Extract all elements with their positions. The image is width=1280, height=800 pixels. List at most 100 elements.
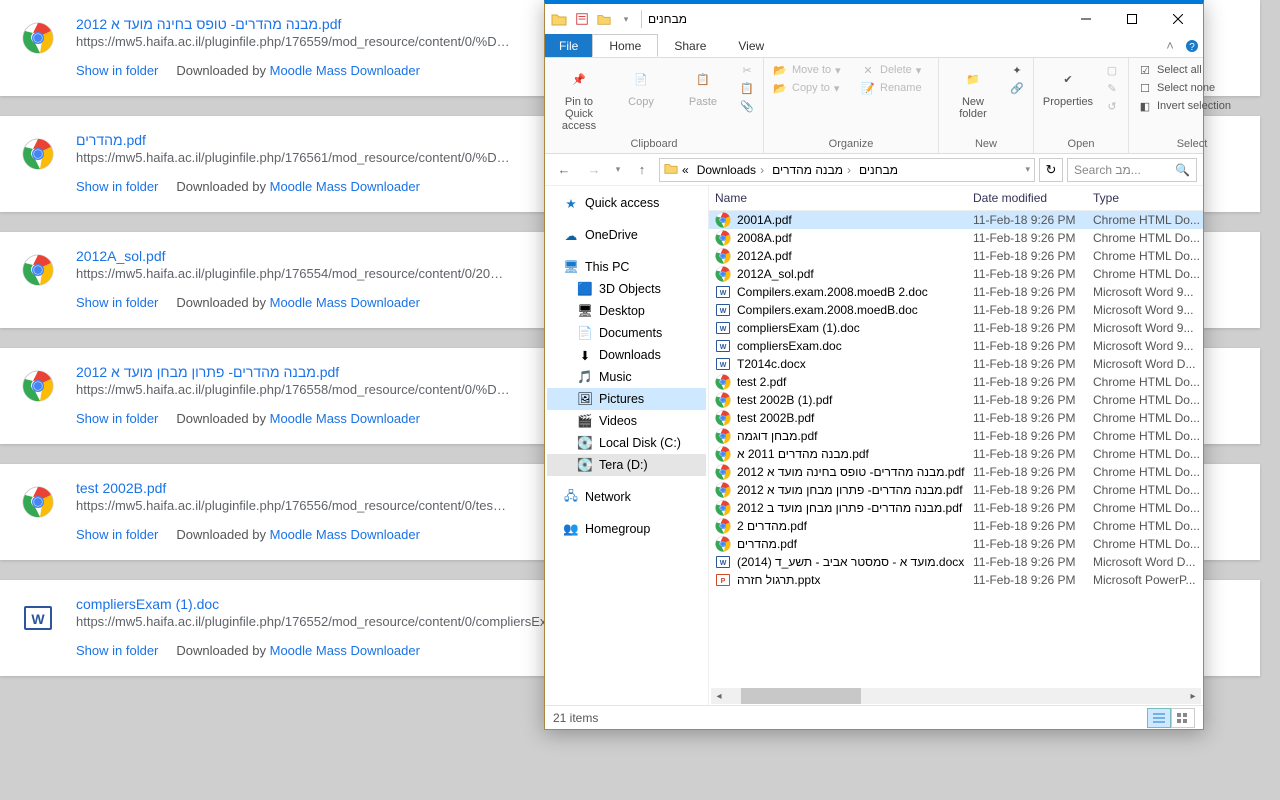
invertselection-button[interactable]: ◧Invert selection <box>1137 98 1247 114</box>
file-row[interactable]: מבנה מהדרים 2011 א.pdf11-Feb-18 9:26 PMC… <box>709 445 1203 463</box>
navigation-pane[interactable]: ★Quick access ☁OneDrive 🖥This PC 🟦3D Obj… <box>545 186 709 705</box>
view-icons-button[interactable] <box>1171 708 1195 728</box>
history-button[interactable]: ↺ <box>1104 98 1120 114</box>
minimize-button[interactable] <box>1063 5 1109 33</box>
scroll-left-icon[interactable]: ◂ <box>711 688 727 704</box>
view-details-button[interactable] <box>1147 708 1171 728</box>
rename-button[interactable]: 📝Rename <box>860 80 930 96</box>
col-type[interactable]: Type <box>1093 191 1203 205</box>
file-row[interactable]: מהדרים 2.pdf11-Feb-18 9:26 PMChrome HTML… <box>709 517 1203 535</box>
cut-button[interactable]: ✂ <box>739 62 755 78</box>
qat-newfolder-icon[interactable] <box>595 10 613 28</box>
refresh-button[interactable]: ↻ <box>1039 158 1063 182</box>
back-button[interactable]: ← <box>551 157 577 183</box>
nav-onedrive[interactable]: ☁OneDrive <box>547 224 706 246</box>
file-row[interactable]: מהדרים.pdf11-Feb-18 9:26 PMChrome HTML D… <box>709 535 1203 553</box>
col-date[interactable]: Date modified <box>973 191 1093 205</box>
file-row[interactable]: Compilers.exam.2008.moedB 2.doc11-Feb-18… <box>709 283 1203 301</box>
selectnone-button[interactable]: ☐Select none <box>1137 80 1247 96</box>
properties-button[interactable]: ✔Properties <box>1042 62 1094 108</box>
show-in-folder-link[interactable]: Show in folder <box>76 63 158 78</box>
nav-item[interactable]: 🖼Pictures <box>547 388 706 410</box>
file-row[interactable]: מבחן דוגמה.pdf11-Feb-18 9:26 PMChrome HT… <box>709 427 1203 445</box>
file-row[interactable]: compliersExam (1).doc11-Feb-18 9:26 PMMi… <box>709 319 1203 337</box>
crumb-dropdown-icon[interactable]: ▾ <box>1021 164 1034 175</box>
show-in-folder-link[interactable]: Show in folder <box>76 411 158 426</box>
file-row[interactable]: Compilers.exam.2008.moedB.doc11-Feb-18 9… <box>709 301 1203 319</box>
search-input[interactable]: Search מב...🔍 <box>1067 158 1197 182</box>
qat-properties-icon[interactable] <box>573 10 591 28</box>
crumb-overflow[interactable]: « <box>678 163 693 177</box>
open-button[interactable]: ▢ <box>1104 62 1120 78</box>
nav-item[interactable]: 🎬Videos <box>547 410 706 432</box>
selectall-button[interactable]: ☑Select all <box>1137 62 1247 78</box>
tab-file[interactable]: File <box>545 34 592 57</box>
tab-share[interactable]: Share <box>658 34 722 57</box>
file-row[interactable]: test 2002B.pdf11-Feb-18 9:26 PMChrome HT… <box>709 409 1203 427</box>
close-button[interactable] <box>1155 5 1201 33</box>
copyto-button[interactable]: 📂Copy to ▾ <box>772 80 850 96</box>
col-name[interactable]: Name <box>715 191 973 205</box>
nav-homegroup[interactable]: 👥Homegroup <box>547 518 706 540</box>
show-in-folder-link[interactable]: Show in folder <box>76 179 158 194</box>
copypath-button[interactable]: 📋 <box>739 80 755 96</box>
delete-button[interactable]: ✕Delete ▾ <box>860 62 930 78</box>
edit-button[interactable]: ✎ <box>1104 80 1120 96</box>
file-row[interactable]: מבנה מהדרים- פתרון מבחן מועד א 2012.pdf1… <box>709 481 1203 499</box>
nav-item[interactable]: ⬇Downloads <box>547 344 706 366</box>
extension-link[interactable]: Moodle Mass Downloader <box>270 527 420 542</box>
nav-this-pc[interactable]: 🖥This PC <box>547 256 706 278</box>
file-row[interactable]: מבנה מהדרים- טופס בחינה מועד א 2012.pdf1… <box>709 463 1203 481</box>
help-icon[interactable]: ? <box>1181 34 1203 57</box>
tab-view[interactable]: View <box>722 34 780 57</box>
file-row[interactable]: מבנה מהדרים- פתרון מבחן מועד ב 2012.pdf1… <box>709 499 1203 517</box>
file-row[interactable]: 2012A.pdf11-Feb-18 9:26 PMChrome HTML Do… <box>709 247 1203 265</box>
nav-item[interactable]: 📄Documents <box>547 322 706 344</box>
file-list[interactable]: 2001A.pdf11-Feb-18 9:26 PMChrome HTML Do… <box>709 211 1203 687</box>
easyaccess-button[interactable]: 🔗 <box>1009 80 1025 96</box>
extension-link[interactable]: Moodle Mass Downloader <box>270 63 420 78</box>
pin-quickaccess-button[interactable]: 📌Pin to Quick access <box>553 62 605 132</box>
up-button[interactable]: ↑ <box>629 157 655 183</box>
file-row[interactable]: תרגול חזרה.pptx11-Feb-18 9:26 PMMicrosof… <box>709 571 1203 589</box>
newitem-button[interactable]: ✦ <box>1009 62 1025 78</box>
column-headers[interactable]: Name Date modified Type <box>709 186 1203 211</box>
pasteshortcut-button[interactable]: 📎 <box>739 98 755 114</box>
show-in-folder-link[interactable]: Show in folder <box>76 295 158 310</box>
maximize-button[interactable] <box>1109 5 1155 33</box>
file-row[interactable]: 2008A.pdf11-Feb-18 9:26 PMChrome HTML Do… <box>709 229 1203 247</box>
file-row[interactable]: test 2.pdf11-Feb-18 9:26 PMChrome HTML D… <box>709 373 1203 391</box>
crumb-item[interactable]: Downloads› <box>693 163 768 177</box>
newfolder-button[interactable]: 📁New folder <box>947 62 999 120</box>
extension-link[interactable]: Moodle Mass Downloader <box>270 179 420 194</box>
paste-button[interactable]: 📋Paste <box>677 62 729 108</box>
moveto-button[interactable]: 📂Move to ▾ <box>772 62 850 78</box>
breadcrumb[interactable]: « Downloads› מבנה מהדרים› מבחנים ▾ <box>659 158 1035 182</box>
extension-link[interactable]: Moodle Mass Downloader <box>270 411 420 426</box>
show-in-folder-link[interactable]: Show in folder <box>76 643 158 658</box>
show-in-folder-link[interactable]: Show in folder <box>76 527 158 542</box>
tab-home[interactable]: Home <box>592 34 658 57</box>
nav-item[interactable]: 💽Tera (D:) <box>547 454 706 476</box>
file-row[interactable]: 2001A.pdf11-Feb-18 9:26 PMChrome HTML Do… <box>709 211 1203 229</box>
extension-link[interactable]: Moodle Mass Downloader <box>270 295 420 310</box>
copy-button[interactable]: 📄Copy <box>615 62 667 108</box>
file-row[interactable]: T2014c.docx11-Feb-18 9:26 PMMicrosoft Wo… <box>709 355 1203 373</box>
file-row[interactable]: compliersExam.doc11-Feb-18 9:26 PMMicros… <box>709 337 1203 355</box>
extension-link[interactable]: Moodle Mass Downloader <box>270 643 420 658</box>
file-row[interactable]: test 2002B (1).pdf11-Feb-18 9:26 PMChrom… <box>709 391 1203 409</box>
nav-quick-access[interactable]: ★Quick access <box>547 192 706 214</box>
file-row[interactable]: 2012A_sol.pdf11-Feb-18 9:26 PMChrome HTM… <box>709 265 1203 283</box>
nav-network[interactable]: 🖧Network <box>547 486 706 508</box>
crumb-item[interactable]: מבנה מהדרים› <box>768 163 855 177</box>
nav-item[interactable]: 🖥Desktop <box>547 300 706 322</box>
forward-button[interactable]: → <box>581 157 607 183</box>
file-row[interactable]: מועד א - סמסטר אביב - תשע_ד (2014).docx1… <box>709 553 1203 571</box>
crumb-item[interactable]: מבחנים <box>855 163 902 177</box>
nav-item[interactable]: 💽Local Disk (C:) <box>547 432 706 454</box>
nav-item[interactable]: 🎵Music <box>547 366 706 388</box>
qat-dropdown-icon[interactable]: ▾ <box>617 10 635 28</box>
nav-item[interactable]: 🟦3D Objects <box>547 278 706 300</box>
recent-dropdown[interactable]: ▾ <box>611 157 625 183</box>
scroll-right-icon[interactable]: ▸ <box>1185 688 1201 704</box>
